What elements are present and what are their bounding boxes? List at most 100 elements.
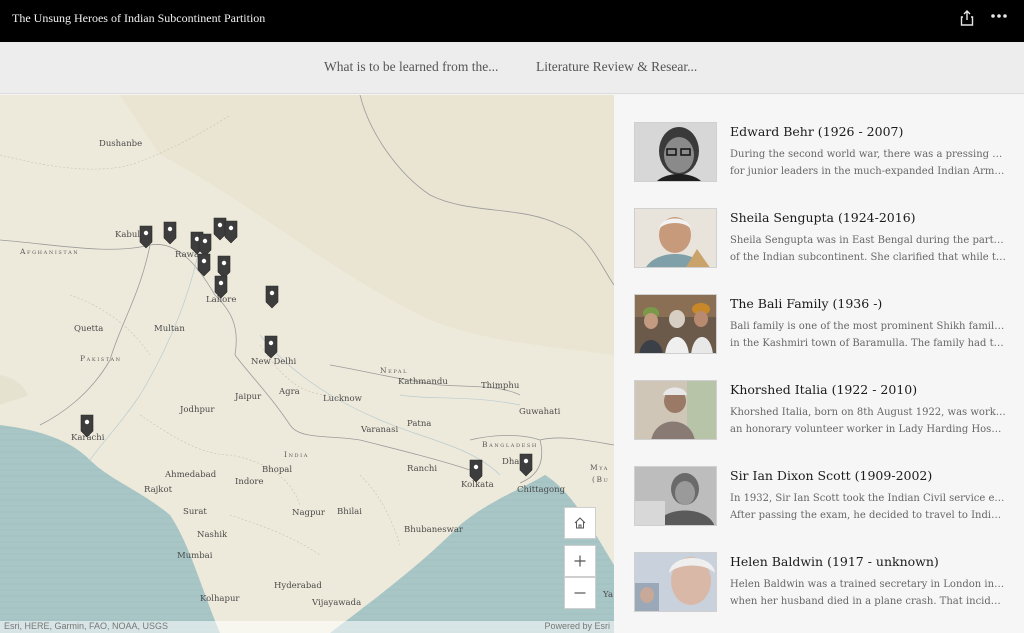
label-chittagong: Chittagong	[517, 485, 566, 495]
more-options-icon[interactable]	[990, 13, 1008, 19]
story-description: In 1932, Sir Ian Scott took the Indian C…	[730, 490, 1006, 524]
story-item-edward-behr[interactable]: Edward Behr (1926 - 2007) During the sec…	[634, 122, 1014, 184]
label-thimphu: Thimphu	[481, 381, 520, 391]
story-title: The Unsung Heroes of Indian Subcontinent…	[12, 11, 266, 25]
map-attribution: Esri, HERE, Garmin, FAO, NOAA, USGS Powe…	[0, 621, 614, 633]
story-item-bali-family[interactable]: The Bali Family (1936 -) Bali family is …	[634, 294, 1014, 356]
map-pin-icon[interactable]	[224, 220, 238, 244]
label-pakistan: Pakistan	[80, 354, 122, 363]
label-afghanistan: Afghanistan	[20, 247, 80, 256]
story-name: Khorshed Italia (1922 - 2010)	[730, 382, 918, 397]
story-item-khorshed-italia[interactable]: Khorshed Italia (1922 - 2010) Khorshed I…	[634, 380, 1014, 442]
story-description: Khorshed Italia, born on 8th August 1922…	[730, 404, 1006, 438]
zoom-out-button[interactable]	[564, 577, 596, 609]
tab-what-is-to-be-learned[interactable]: What is to be learned from the...	[324, 59, 498, 75]
story-item-helen-baldwin[interactable]: Helen Baldwin (1917 - unknown) Helen Bal…	[634, 552, 1014, 614]
tab-literature-review[interactable]: Literature Review & Resear...	[536, 59, 697, 75]
label-patna: Patna	[407, 419, 432, 429]
story-name: Helen Baldwin (1917 - unknown)	[730, 554, 939, 569]
description-line: Helen Baldwin was a trained secretary in…	[730, 579, 1006, 590]
label-ranchi: Ranchi	[407, 464, 438, 474]
label-indore: Indore	[235, 477, 264, 487]
label-dushanbe: Dushanbe	[99, 139, 143, 149]
label-myanmar: Mya	[590, 463, 610, 472]
label-kolhapur: Kolhapur	[200, 594, 240, 604]
story-item-sheila-sengupta[interactable]: Sheila Sengupta (1924-2016) Sheila Sengu…	[634, 208, 1014, 270]
story-description: Bali family is one of the most prominent…	[730, 318, 1006, 352]
label-jaipur: Jaipur	[235, 392, 262, 402]
label-agra: Agra	[279, 387, 300, 397]
map-pin-icon[interactable]	[197, 253, 211, 277]
map-pin-icon[interactable]	[469, 459, 483, 483]
story-description: Helen Baldwin was a trained secretary in…	[730, 576, 1006, 610]
description-line: Sheila Sengupta was in East Bengal durin…	[730, 235, 1006, 246]
story-description: Sheila Sengupta was in East Bengal durin…	[730, 232, 1006, 266]
map-pin-icon[interactable]	[163, 221, 177, 245]
map-pin-icon[interactable]	[214, 275, 228, 299]
zoom-in-button[interactable]	[564, 545, 596, 577]
attribution-sources: Esri, HERE, Garmin, FAO, NOAA, USGS	[4, 621, 169, 631]
description-line: in the Kashmiri town of Baramulla. The f…	[730, 338, 1006, 349]
home-button[interactable]	[564, 507, 596, 539]
label-surat: Surat	[183, 507, 207, 517]
story-thumbnail	[634, 294, 717, 354]
label-jodhpur: Jodhpur	[180, 405, 215, 415]
story-name: Sir Ian Dixon Scott (1909-2002)	[730, 468, 933, 483]
label-kathmandu: Kathmandu	[398, 377, 448, 387]
label-nepal: Nepal	[380, 366, 409, 375]
label-guwahati: Guwahati	[519, 407, 561, 417]
story-thumbnail	[634, 208, 717, 268]
story-thumbnail	[634, 122, 717, 182]
map-pin-icon[interactable]	[265, 285, 279, 309]
section-nav: What is to be learned from the... Litera…	[0, 42, 1024, 94]
story-name: Edward Behr (1926 - 2007)	[730, 124, 904, 139]
description-line: when her husband died in a plane crash. …	[730, 596, 1006, 607]
home-icon	[574, 517, 586, 529]
label-kabul: Kabul	[115, 230, 141, 240]
map-view[interactable]: Afghanistan Pakistan Nepal India Banglad…	[0, 95, 614, 633]
description-line: Bali family is one of the most prominent…	[730, 321, 1006, 332]
label-bhubaneswar: Bhubaneswar	[404, 525, 463, 535]
powered-by-esri[interactable]: Powered by Esri	[544, 621, 610, 631]
story-name: Sheila Sengupta (1924-2016)	[730, 210, 916, 225]
zoom-in-icon	[574, 555, 586, 567]
map-pin-icon[interactable]	[139, 225, 153, 249]
label-rajkot: Rajkot	[144, 485, 172, 495]
zoom-out-icon	[574, 592, 586, 594]
map-basemap	[0, 95, 614, 633]
label-bangladesh: Bangladesh	[482, 440, 538, 449]
label-multan: Multan	[154, 324, 185, 334]
story-item-ian-dixon-scott[interactable]: Sir Ian Dixon Scott (1909-2002) In 1932,…	[634, 466, 1014, 528]
label-dhaka: Dha	[502, 457, 520, 467]
description-line: for junior leaders in the much-expanded …	[730, 166, 1006, 177]
label-vijayawada: Vijayawada	[312, 598, 362, 608]
description-line: an honorary volunteer worker in Lady Har…	[730, 424, 1006, 435]
label-quetta: Quetta	[74, 324, 104, 334]
label-hyderabad: Hyderabad	[274, 581, 322, 591]
map-pin-icon[interactable]	[80, 414, 94, 438]
label-india: India	[284, 450, 309, 459]
map-pin-icon[interactable]	[264, 335, 278, 359]
story-thumbnail	[634, 380, 717, 440]
description-line: During the second world war, there was a…	[730, 149, 1006, 160]
label-bhilai: Bhilai	[337, 507, 362, 517]
label-nashik: Nashik	[197, 530, 228, 540]
label-yangon: Ya	[603, 590, 614, 600]
label-lucknow: Lucknow	[323, 394, 362, 404]
description-line: In 1932, Sir Ian Scott took the Indian C…	[730, 493, 1006, 504]
description-line: After passing the exam, he decided to tr…	[730, 510, 1006, 521]
label-ahmedabad: Ahmedabad	[165, 470, 217, 480]
story-description: During the second world war, there was a…	[730, 146, 1006, 180]
description-line: Khorshed Italia, born on 8th August 1922…	[730, 407, 1006, 418]
story-thumbnail	[634, 466, 717, 526]
label-bhopal: Bhopal	[262, 465, 293, 475]
share-icon[interactable]	[960, 10, 974, 26]
label-burma: (Bu	[592, 475, 610, 484]
story-thumbnail	[634, 552, 717, 612]
label-mumbai: Mumbai	[177, 551, 213, 561]
top-bar: The Unsung Heroes of Indian Subcontinent…	[0, 0, 1024, 42]
label-nagpur: Nagpur	[292, 508, 325, 518]
map-pin-icon[interactable]	[519, 453, 533, 477]
label-varanasi: Varanasi	[361, 425, 399, 435]
story-name: The Bali Family (1936 -)	[730, 296, 883, 311]
